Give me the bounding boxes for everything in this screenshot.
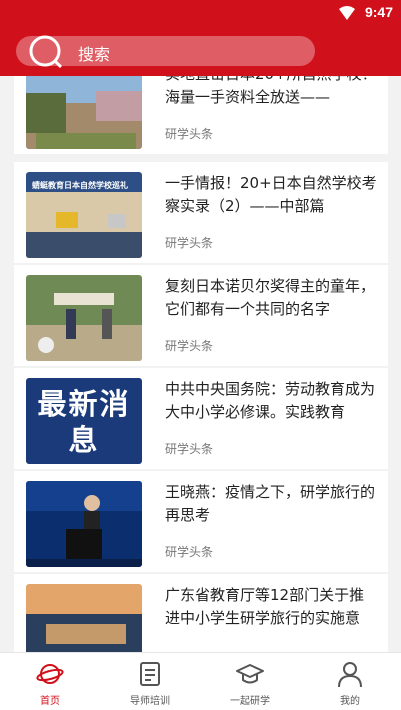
- tab-label: 首页: [40, 696, 60, 707]
- tab-home[interactable]: 首页: [0, 653, 100, 710]
- article-thumbnail: [26, 481, 142, 567]
- article-title: 一手情报！20+日本自然学校考察实录（2）——中部篇: [165, 174, 377, 215]
- article-card[interactable]: 最新消息 中共中央国务院：劳动教育成为大中小学必修课。实践教育 研学头条: [14, 368, 388, 469]
- app-header: 搜索: [0, 26, 401, 76]
- article-card[interactable]: 实地直击日本20+所自然学校！海量一手资料全放送—— 研学头条: [14, 76, 388, 154]
- status-bar: 9:47: [0, 0, 401, 26]
- article-title: 王晓燕：疫情之下，研学旅行的再思考: [165, 483, 376, 524]
- thumbnail-caption: 蜻蜓教育日本自然学校巡礼: [32, 181, 128, 190]
- person-icon: [338, 662, 362, 688]
- search-placeholder: 搜索: [78, 45, 111, 64]
- tab-label: 导师培训: [130, 696, 170, 707]
- article-title: 复刻日本诺贝尔奖得主的童年，它们都有一个共同的名字: [165, 277, 376, 318]
- wifi-icon: [339, 6, 355, 20]
- article-card[interactable]: 王晓燕：疫情之下，研学旅行的再思考 研学头条: [14, 471, 388, 572]
- article-source: 研学头条: [165, 127, 214, 141]
- status-time: 9:47: [364, 4, 393, 20]
- article-card[interactable]: 蜻蜓教育日本自然学校巡礼 一手情报！20+日本自然学校考察实录（2）——中部篇 …: [14, 162, 388, 263]
- bottom-tab-bar: 首页 导师培训 一起研学 我的: [0, 652, 401, 710]
- document-icon: [140, 662, 160, 686]
- tab-label: 我的: [340, 696, 360, 707]
- tab-mine[interactable]: 我的: [300, 653, 400, 710]
- article-thumbnail: [26, 584, 142, 652]
- article-title: 实地直击日本20+所自然学校！海量一手资料全放送——: [165, 76, 377, 106]
- article-source: 研学头条: [165, 339, 214, 353]
- tab-mentor-training[interactable]: 导师培训: [100, 653, 200, 710]
- tab-label: 一起研学: [230, 696, 270, 707]
- article-title: 中共中央国务院：劳动教育成为大中小学必修课。实践教育: [165, 380, 376, 421]
- tab-study-together[interactable]: 一起研学: [200, 653, 300, 710]
- article-source: 研学头条: [165, 545, 214, 559]
- search-icon: [29, 35, 62, 68]
- article-title: 广东省教育厅等12部门关于推进中小学生研学旅行的实施意: [165, 586, 365, 627]
- article-source: 研学头条: [165, 442, 214, 456]
- search-input[interactable]: 搜索: [16, 35, 315, 68]
- planet-icon: [36, 664, 64, 684]
- article-feed[interactable]: 实地直击日本20+所自然学校！海量一手资料全放送—— 研学头条 蜻蜓教育日本自然…: [14, 76, 388, 652]
- article-thumbnail: [26, 76, 142, 149]
- article-card[interactable]: 复刻日本诺贝尔奖得主的童年，它们都有一个共同的名字 研学头条: [14, 265, 388, 366]
- article-thumbnail: 最新消息: [26, 378, 142, 464]
- thumbnail-caption: 最新消息: [37, 387, 131, 457]
- graduation-cap-icon: [236, 664, 264, 684]
- article-source: 研学头条: [165, 236, 214, 250]
- article-card[interactable]: 广东省教育厅等12部门关于推进中小学生研学旅行的实施意: [14, 574, 388, 652]
- article-thumbnail: 蜻蜓教育日本自然学校巡礼: [26, 172, 142, 258]
- article-thumbnail: [26, 275, 142, 361]
